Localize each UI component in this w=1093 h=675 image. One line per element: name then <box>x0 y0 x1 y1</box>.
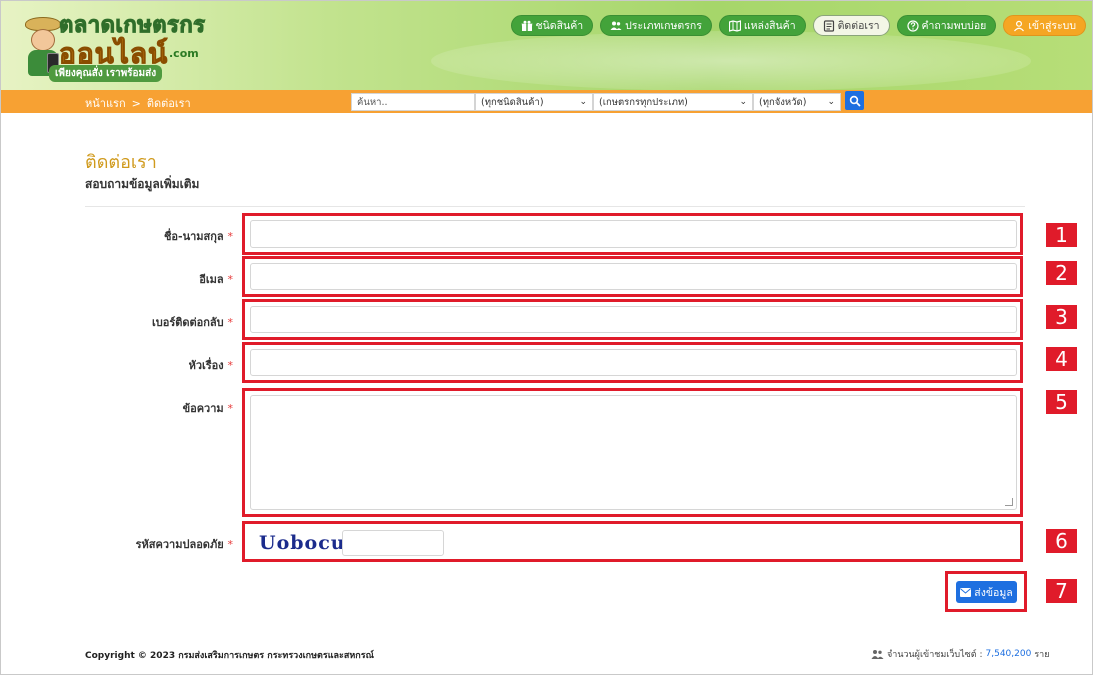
search-input-placeholder: ค้นหา.. <box>357 96 388 108</box>
search-button[interactable] <box>845 91 864 110</box>
province-select-value: (ทุกจังหวัด) <box>759 96 807 108</box>
divider <box>85 206 1025 207</box>
visitor-unit: ราย <box>1034 650 1050 660</box>
nav-faq[interactable]: คำถามพบบ่อย <box>896 15 997 36</box>
captcha-image: Uobocu <box>259 532 346 554</box>
category-select-value: (ทุกชนิดสินค้า) <box>481 96 544 108</box>
nav-farmer-types-label: ประเภทเกษตรกร <box>625 20 702 32</box>
send-button[interactable]: ส่งข้อมูล <box>956 581 1017 603</box>
users-icon <box>871 650 884 659</box>
nav-login[interactable]: เข้าสู่ระบบ <box>1003 15 1086 36</box>
breadcrumb: หน้าแรก > ติดต่อเรา <box>85 94 191 112</box>
nav-product-sources-label: แหล่งสินค้า <box>743 20 796 32</box>
chevron-down-icon: ⌄ <box>827 97 835 107</box>
users-icon <box>610 21 622 30</box>
category-select[interactable]: (ทุกชนิดสินค้า) ⌄ <box>475 93 593 111</box>
logo-com: .com <box>169 47 199 60</box>
page-subtitle: สอบถามข้อมูลเพิ่มเติม <box>85 177 200 191</box>
resize-handle-icon[interactable] <box>1005 498 1013 506</box>
nav-contact-us-label: ติดต่อเรา <box>837 20 880 32</box>
fullname-label: ชื่อ-นามสกุล * <box>163 230 233 243</box>
top-nav: ชนิดสินค้า ประเภทเกษตรกร แหล่งสินค้า ติด… <box>510 15 1086 36</box>
nav-farmer-types[interactable]: ประเภทเกษตรกร <box>600 15 712 36</box>
message-textarea[interactable] <box>250 395 1017 510</box>
visitor-count: 7,540,200 <box>985 649 1032 659</box>
search-bar: หน้าแรก > ติดต่อเรา ค้นหา.. (ทุกชนิดสินค… <box>1 90 1092 113</box>
chevron-down-icon: ⌄ <box>579 97 587 107</box>
subject-label: หัวเรื่อง * <box>188 359 233 372</box>
marker-6: 6 <box>1046 529 1077 553</box>
nav-login-label: เข้าสู่ระบบ <box>1028 20 1076 32</box>
search-input[interactable]: ค้นหา.. <box>351 93 475 111</box>
captcha-input[interactable] <box>342 530 444 556</box>
logo-tagline: เพียงคุณสั่ง เราพร้อมส่ง <box>49 65 163 82</box>
visitor-counter: จำนวนผู้เข้าชมเว็บไซต์ : 7,540,200 ราย <box>871 647 1049 661</box>
nav-faq-label: คำถามพบบ่อย <box>921 20 987 32</box>
page-title: ติดต่อเรา <box>85 152 157 173</box>
marker-3: 3 <box>1046 305 1077 329</box>
page: ตลาดเกษตรกร ออนไลน์ .com เพียงคุณสั่ง เร… <box>0 0 1093 675</box>
visitor-counter-label: จำนวนผู้เข้าชมเว็บไซต์ : <box>887 650 983 660</box>
captcha-label: รหัสความปลอดภัย * <box>135 538 233 551</box>
gift-icon <box>521 20 532 31</box>
message-label: ข้อความ * <box>182 402 233 415</box>
province-select[interactable]: (ทุกจังหวัด) ⌄ <box>753 93 841 111</box>
nav-product-types-label: ชนิดสินค้า <box>535 20 584 32</box>
breadcrumb-separator: > <box>131 96 141 110</box>
chevron-down-icon: ⌄ <box>739 97 747 107</box>
marker-4: 4 <box>1046 347 1077 371</box>
send-button-label: ส่งข้อมูล <box>974 586 1013 599</box>
breadcrumb-home[interactable]: หน้าแรก <box>85 94 126 112</box>
envelope-icon <box>960 587 972 597</box>
breadcrumb-current: ติดต่อเรา <box>146 97 191 110</box>
farmer-type-select-value: (เกษตรกรทุกประเภท) <box>599 96 688 108</box>
site-header: ตลาดเกษตรกร ออนไลน์ .com เพียงคุณสั่ง เร… <box>1 1 1092 90</box>
marker-1: 1 <box>1046 223 1077 247</box>
nav-contact-us[interactable]: ติดต่อเรา <box>812 15 890 36</box>
phone-label: เบอร์ติดต่อกลับ * <box>151 316 233 329</box>
nav-product-sources[interactable]: แหล่งสินค้า <box>718 15 806 36</box>
email-field[interactable] <box>250 263 1017 290</box>
contact-card-icon <box>823 19 834 32</box>
question-icon <box>906 19 919 32</box>
marker-2: 2 <box>1046 261 1077 285</box>
email-label: อีเมล * <box>199 273 233 286</box>
map-icon <box>728 19 741 32</box>
footer-copyright: Copyright © 2023 กรมส่งเสริมการเกษตร กระ… <box>85 651 374 661</box>
user-icon <box>1014 20 1025 31</box>
nav-product-types[interactable]: ชนิดสินค้า <box>510 15 594 36</box>
marker-5: 5 <box>1046 390 1077 414</box>
fullname-field[interactable] <box>250 220 1017 248</box>
search-icon <box>849 95 861 107</box>
header-glow <box>431 31 1031 90</box>
subject-field[interactable] <box>250 349 1017 376</box>
site-logo[interactable]: ตลาดเกษตรกร ออนไลน์ .com เพียงคุณสั่ง เร… <box>23 7 263 87</box>
marker-7: 7 <box>1046 579 1077 603</box>
farmer-type-select[interactable]: (เกษตรกรทุกประเภท) ⌄ <box>593 93 753 111</box>
phone-field[interactable] <box>250 306 1017 333</box>
